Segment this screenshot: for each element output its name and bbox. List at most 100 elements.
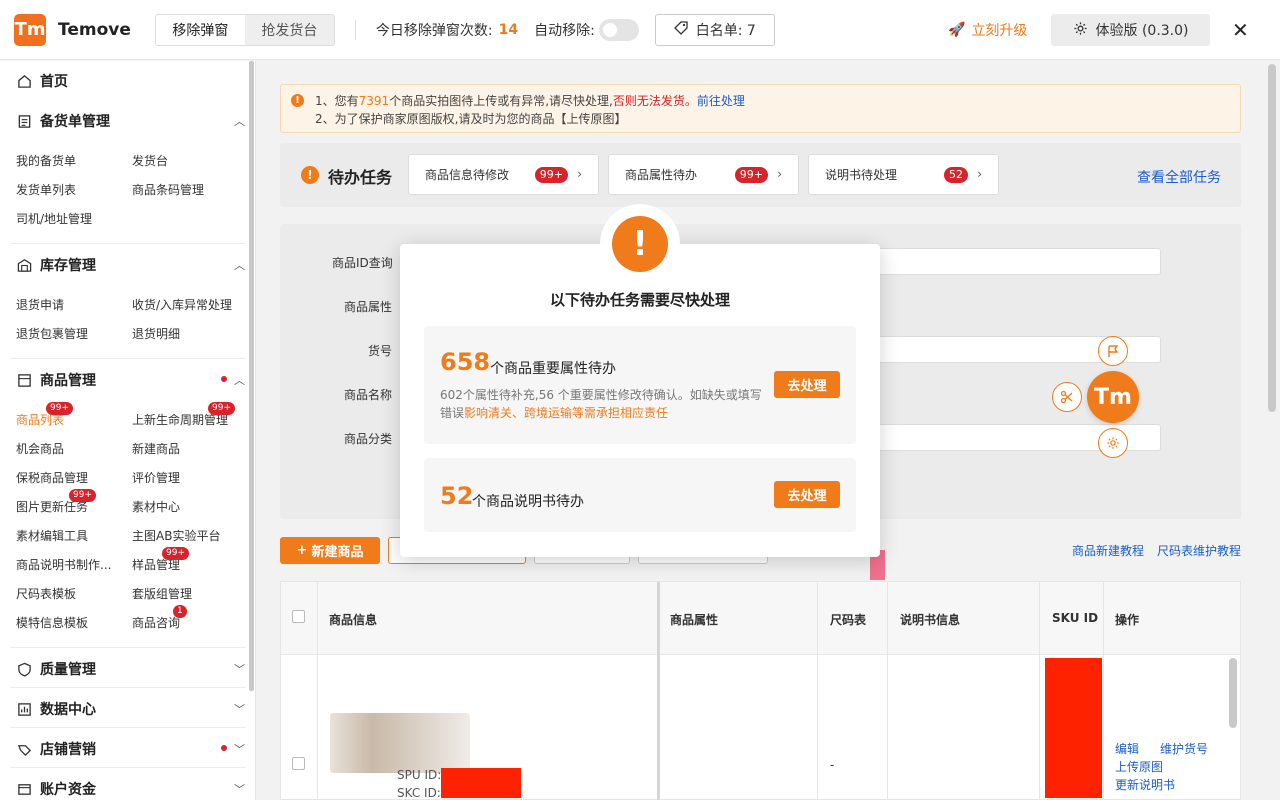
warehouse-icon (16, 257, 32, 273)
chevron-up-icon[interactable]: ︿ (234, 257, 245, 273)
sidebar-section-funds[interactable]: 账户资金 (16, 779, 96, 799)
chevron-down-icon[interactable]: ﹀ (234, 701, 245, 717)
process-button[interactable]: 去处理 (774, 371, 840, 398)
auto-remove-toggle[interactable] (599, 19, 639, 41)
edit-link[interactable]: 编辑 (1115, 740, 1139, 757)
sidebar-section-products[interactable]: 商品管理 (16, 370, 96, 390)
column-divider (317, 582, 318, 800)
sidebar-item-shipping-desk[interactable]: 发货台 (132, 152, 168, 169)
tutorial-link-size-chart[interactable]: 尺码表维护教程 (1157, 542, 1241, 559)
column-header: 商品属性 (670, 611, 718, 628)
chevron-down-icon[interactable]: ﹀ (234, 741, 245, 757)
sidebar-section-inventory[interactable]: 库存管理 (16, 255, 96, 275)
chevron-up-icon[interactable]: ︿ (234, 372, 245, 388)
sidebar-item-return-package[interactable]: 退货包裹管理 (16, 325, 88, 342)
rocket-icon: 🚀 (948, 22, 965, 38)
scissors-icon[interactable] (1052, 382, 1082, 412)
todo-chip-manual[interactable]: 说明书待处理 52 › (808, 154, 999, 195)
table-scrollbar[interactable] (1229, 658, 1237, 728)
divider (10, 727, 246, 728)
sidebar-item-barcode[interactable]: 商品条码管理 (132, 181, 204, 198)
table-header: 商品信息 商品属性 尺码表 说明书信息 SKU ID 操作 (281, 582, 1240, 655)
go-process-link[interactable]: 前往处理 (697, 94, 745, 108)
flag-icon[interactable] (1098, 336, 1128, 366)
settings-icon[interactable] (1098, 428, 1128, 458)
sidebar-scrollbar[interactable] (249, 61, 254, 691)
todo-chip-product-info[interactable]: 商品信息待修改 99+ › (408, 154, 599, 195)
page-scrollbar[interactable] (1268, 64, 1276, 412)
sidebar-item-my-stock-order[interactable]: 我的备货单 (16, 152, 76, 169)
sidebar-item-receiving-exception[interactable]: 收货/入库异常处理 (132, 296, 232, 313)
column-divider (1039, 582, 1040, 800)
sidebar-item-home[interactable]: 首页 (16, 71, 68, 91)
description-warning: 影响清关、跨境运输等需承担相应责任 (464, 406, 668, 420)
version-button[interactable]: 体验版 (0.3.0) (1051, 14, 1210, 46)
tab-grab-shipping[interactable]: 抢发货台 (245, 15, 334, 45)
new-product-button[interactable]: + 新建商品 (280, 537, 380, 564)
sidebar-item-shipment-list[interactable]: 发货单列表 (16, 181, 76, 198)
sidebar-item-material-center[interactable]: 素材中心 (132, 498, 180, 515)
whitelist-button[interactable]: 白名单: 7 (655, 14, 775, 46)
count-badge: 99+ (208, 402, 235, 415)
column-header: SKU ID (1052, 611, 1098, 625)
sidebar: 首页 备货单管理 ︿ 我的备货单 发货台 发货单列表 商品条码管理 司机/地址管… (0, 61, 256, 800)
sidebar-item-manual-maker[interactable]: 商品说明书制作... (16, 556, 111, 573)
column-header: 操作 (1115, 611, 1139, 628)
task-text: 个商品重要属性待办 (490, 358, 616, 378)
exclamation-icon: ! (612, 216, 668, 272)
column-divider (887, 582, 888, 800)
sidebar-item-driver-address[interactable]: 司机/地址管理 (16, 210, 92, 227)
sidebar-item-bonded[interactable]: 保税商品管理 (16, 469, 88, 486)
gear-icon (1073, 21, 1088, 40)
product-thumbnail[interactable] (330, 713, 470, 773)
sidebar-section-stocking[interactable]: 备货单管理 (16, 111, 110, 131)
skc-id-label: SKC ID: (397, 786, 441, 800)
tab-remove-popup[interactable]: 移除弹窗 (156, 15, 245, 45)
chevron-down-icon[interactable]: ﹀ (234, 661, 245, 677)
notice-line-2: 2、为了保护商家原图版权,请及时为您的商品【上传原图】 (315, 110, 626, 127)
sidebar-section-marketing[interactable]: 店铺营销 (16, 739, 96, 759)
sidebar-item-return-request[interactable]: 退货申请 (16, 296, 64, 313)
update-manual-link[interactable]: 更新说明书 (1115, 776, 1175, 793)
sidebar-item-ab-test[interactable]: 主图AB实验平台 (132, 527, 220, 544)
chevron-right-icon: › (577, 167, 582, 181)
sidebar-item-return-detail[interactable]: 退货明细 (132, 325, 180, 342)
view-all-tasks-link[interactable]: 查看全部任务 (1137, 167, 1221, 187)
upload-original-link[interactable]: 上传原图 (1115, 758, 1163, 775)
close-icon[interactable]: ✕ (1232, 18, 1249, 42)
process-button[interactable]: 去处理 (774, 481, 840, 508)
sidebar-item-opportunity[interactable]: 机会商品 (16, 440, 64, 457)
divider (355, 20, 356, 40)
chevron-up-icon[interactable]: ︿ (234, 113, 245, 129)
sidebar-section-data[interactable]: 数据中心 (16, 699, 96, 719)
attribute-pending-count: 658 (440, 348, 490, 376)
chevron-right-icon: › (777, 167, 782, 181)
marketing-icon (16, 741, 32, 757)
row-checkbox[interactable] (292, 757, 305, 770)
wallet-icon (16, 781, 32, 797)
removed-count-value: 14 (499, 22, 518, 38)
upgrade-link[interactable]: 🚀 立刻升级 (948, 20, 1027, 40)
float-logo-text: Tm (1094, 385, 1132, 410)
select-all-checkbox[interactable] (292, 610, 305, 623)
sidebar-item-model-template[interactable]: 模特信息模板 (16, 614, 88, 631)
maintain-sku-link[interactable]: 维护货号 (1160, 740, 1208, 757)
count-badge: 99+ (69, 489, 96, 502)
filter-label-name: 商品名称 (344, 386, 392, 403)
modal-alert-badge: ! (600, 204, 680, 284)
task-card-attributes: 658 个商品重要属性待办 602个属性待补充,56 个重要属性修改待确认。如缺… (424, 326, 856, 444)
sidebar-item-material-editor[interactable]: 素材编辑工具 (16, 527, 88, 544)
sidebar-item-size-template[interactable]: 尺码表模板 (16, 585, 76, 602)
sidebar-item-product-inquiry[interactable]: 商品咨询 (132, 614, 180, 631)
sidebar-item-reviews[interactable]: 评价管理 (132, 469, 180, 486)
sidebar-item-template-group[interactable]: 套版组管理 (132, 585, 192, 602)
sidebar-item-new-product[interactable]: 新建商品 (132, 440, 180, 457)
tutorial-link-new-product[interactable]: 商品新建教程 (1072, 542, 1144, 559)
sidebar-section-label: 数据中心 (40, 699, 96, 719)
filter-input[interactable] (878, 248, 1161, 275)
chevron-down-icon[interactable]: ﹀ (234, 781, 245, 797)
filter-label-id: 商品ID查询 (332, 254, 393, 271)
sidebar-section-quality[interactable]: 质量管理 (16, 659, 96, 679)
temove-float-button[interactable]: Tm (1087, 371, 1139, 423)
todo-chip-attributes[interactable]: 商品属性待办 99+ › (608, 154, 799, 195)
